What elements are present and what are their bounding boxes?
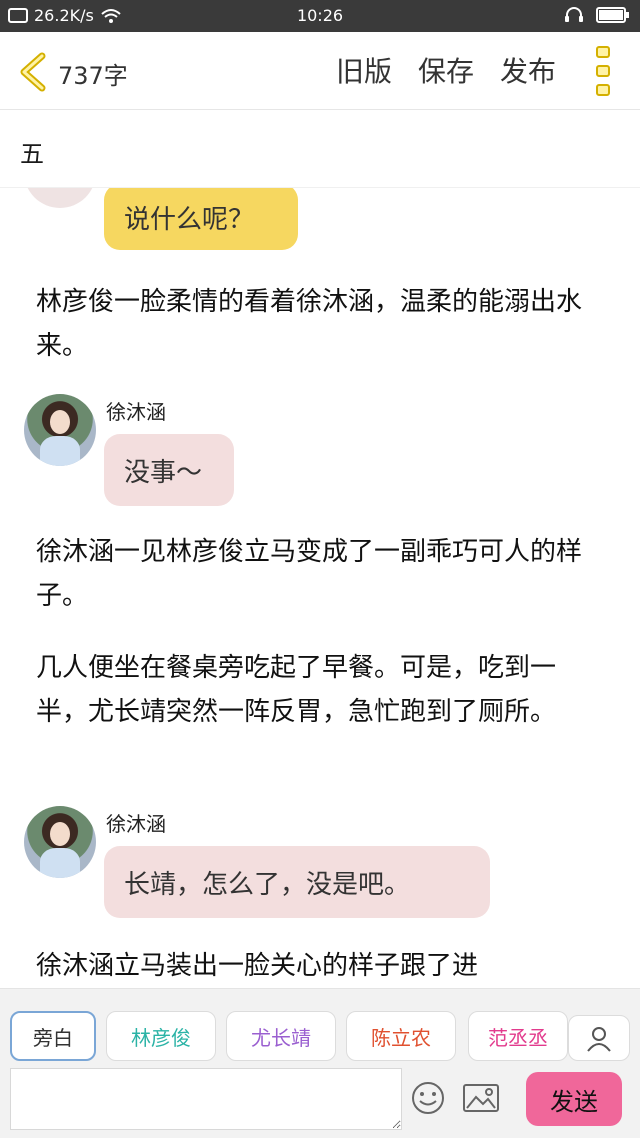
- speaker-name: 徐沐涵: [106, 812, 166, 836]
- emoji-button[interactable]: [410, 1080, 446, 1116]
- headset-icon: [564, 6, 584, 24]
- narration-text: 几人便坐在餐桌旁吃起了早餐。可是，吃到一半，尤长靖突然一阵反胃，急忙跑到了厕所。: [36, 653, 557, 727]
- add-character-button[interactable]: [568, 1015, 630, 1061]
- character-chip-chen-linong[interactable]: 陈立农: [346, 1011, 456, 1061]
- send-button[interactable]: 发送: [526, 1072, 622, 1126]
- more-menu-button[interactable]: [596, 46, 614, 96]
- save-button[interactable]: 保存: [418, 50, 474, 90]
- header-actions: 旧版 保存 发布: [336, 50, 556, 90]
- user-icon: [587, 1027, 611, 1052]
- status-bar: 26.2K/s 10:26: [0, 0, 640, 32]
- emoji-icon: [412, 1082, 444, 1114]
- status-right: [564, 6, 630, 24]
- character-chip-fan-chengcheng[interactable]: 范丞丞: [468, 1011, 568, 1061]
- message-input[interactable]: [10, 1068, 402, 1130]
- narration-text: 林彦俊一脸柔情的看着徐沐涵，温柔的能溺出水来。: [36, 287, 583, 361]
- avatar: [24, 394, 96, 466]
- chapter-title: 五: [20, 140, 44, 168]
- old-version-button[interactable]: 旧版: [336, 50, 392, 90]
- composer: 发送: [0, 1068, 640, 1138]
- clock: 10:26: [296, 6, 344, 25]
- avatar: [24, 806, 96, 878]
- word-count: 737字: [58, 62, 128, 90]
- message-bubble: 没事～: [104, 434, 234, 506]
- message-bubble: 长靖，怎么了，没是吧。: [104, 846, 490, 918]
- narration-text: 徐沐涵一见林彦俊立马变成了一副乖巧可人的样子。: [36, 537, 583, 611]
- battery-icon: [596, 7, 630, 23]
- publish-button[interactable]: 发布: [500, 50, 556, 90]
- narration-text: 徐沐涵立马装出一脸关心的样子跟了进: [36, 951, 479, 981]
- character-chip-lin-yanjun[interactable]: 林彦俊: [106, 1011, 216, 1061]
- chapter-title-bar[interactable]: 五: [0, 110, 640, 188]
- chevron-left-icon: [20, 52, 46, 92]
- avatar: [24, 188, 96, 208]
- character-chip-you-changjing[interactable]: 尤长靖: [226, 1011, 336, 1061]
- more-menu-icon: [596, 46, 610, 58]
- message-bubble: 说什么呢？: [104, 188, 298, 250]
- app-header: 737字 旧版 保存 发布: [0, 32, 640, 110]
- speaker-name: 徐沐涵: [106, 400, 166, 424]
- back-button[interactable]: [18, 52, 50, 92]
- image-icon: [463, 1084, 499, 1112]
- story-content[interactable]: 说什么呢？ 林彦俊一脸柔情的看着徐沐涵，温柔的能溺出水来。 徐沐涵 没事～ 徐沐…: [0, 188, 640, 988]
- image-button[interactable]: [462, 1082, 500, 1114]
- character-chip-narrator[interactable]: 旁白: [10, 1011, 96, 1061]
- character-selector: 旁白 林彦俊 尤长靖 陈立农 范丞丞: [0, 988, 640, 1068]
